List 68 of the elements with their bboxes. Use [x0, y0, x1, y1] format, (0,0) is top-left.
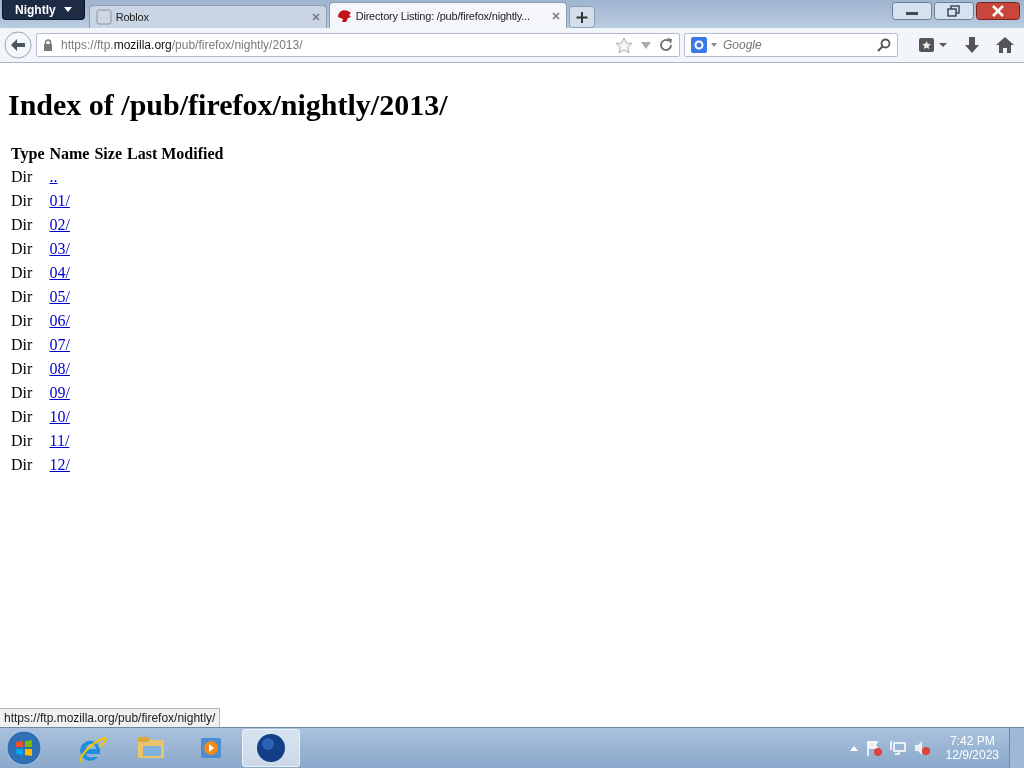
google-icon — [691, 37, 707, 53]
star-icon[interactable] — [615, 36, 633, 54]
close-icon[interactable] — [551, 11, 560, 20]
table-cell-text: Dir — [10, 263, 34, 283]
download-icon[interactable] — [964, 37, 980, 53]
lock-icon — [43, 39, 53, 51]
start-button[interactable] — [4, 728, 44, 768]
directory-link[interactable]: 11/ — [49, 432, 70, 449]
directory-link[interactable]: 06/ — [49, 312, 70, 329]
column-header: Type — [10, 144, 46, 164]
directory-link[interactable]: 05/ — [49, 288, 70, 305]
directory-link[interactable]: .. — [49, 168, 58, 185]
tab-title: Directory Listing: /pub/firefox/nightly... — [355, 9, 531, 22]
column-header: Name — [48, 144, 91, 164]
table-cell-text: Dir — [10, 215, 34, 235]
reload-icon[interactable] — [659, 38, 673, 52]
address-field[interactable]: https://ftp.mozilla.org/pub/firefox/nightly/2013/ — [36, 33, 680, 57]
caret-icon — [63, 7, 72, 12]
search-icon — [877, 38, 891, 52]
directory-link[interactable]: 09/ — [49, 384, 70, 401]
clock-time: 7:42 PM — [949, 734, 995, 748]
browser-tab[interactable]: Roblox — [88, 5, 327, 28]
table-cell-text: Dir — [10, 287, 34, 307]
close-icon[interactable] — [311, 13, 320, 21]
browser-tab[interactable]: Directory Listing: /pub/firefox/nightly... — [328, 2, 567, 28]
network-icon[interactable] — [889, 740, 906, 756]
restore-button[interactable] — [934, 2, 974, 20]
directory-link[interactable]: 03/ — [49, 240, 70, 257]
bookmarks-icon[interactable] — [918, 37, 948, 53]
directory-link[interactable]: 07/ — [49, 336, 70, 353]
tab-title: Roblox — [115, 11, 150, 23]
search-bar[interactable]: Google — [684, 33, 898, 57]
table-cell-text: Dir — [10, 335, 34, 355]
dropdown-icon[interactable] — [641, 41, 651, 49]
column-header: Size — [93, 144, 123, 164]
globe-icon — [255, 732, 287, 764]
new-tab-button[interactable] — [568, 6, 595, 28]
table-cell-text: Dir — [10, 455, 34, 475]
table-cell-text: Dir — [10, 359, 34, 379]
speaker-icon[interactable] — [913, 740, 930, 756]
home-icon[interactable] — [996, 37, 1014, 53]
table-cell-text: Dir — [10, 167, 34, 187]
app-menu-button[interactable]: Nightly — [2, 0, 85, 20]
clock-date: 12/9/2023 — [945, 748, 999, 762]
back-button[interactable] — [4, 31, 32, 59]
page-heading: Index of /pub/firefox/nightly/2013/ — [8, 88, 449, 122]
url-text: https://ftp.mozilla.org/pub/firefox/nightly/2013/ — [61, 38, 303, 52]
directory-link[interactable]: 02/ — [49, 216, 70, 233]
directory-link[interactable]: 10/ — [49, 408, 70, 425]
minimize-button[interactable] — [892, 2, 932, 20]
chevron-up-icon[interactable] — [849, 745, 858, 751]
column-header: Last Modified — [126, 144, 225, 164]
taskbar-button[interactable] — [242, 729, 300, 767]
status-link-tooltip: https://ftp.mozilla.org/pub/firefox/nightly/ — [0, 708, 221, 727]
table-cell-text: Dir — [10, 191, 34, 211]
flag-icon[interactable] — [865, 740, 882, 756]
table-cell-text: Dir — [10, 407, 34, 427]
page-icon — [95, 9, 112, 25]
table-cell-text: Dir — [10, 383, 34, 403]
table-cell-text: Dir — [10, 311, 34, 331]
directory-link[interactable]: 04/ — [49, 264, 70, 281]
table-cell-text: Dir — [10, 431, 34, 451]
close-button[interactable] — [976, 2, 1020, 20]
table-cell-text: Dir — [10, 239, 34, 259]
directory-link[interactable]: 12/ — [49, 456, 70, 473]
directory-link[interactable]: 01/ — [49, 192, 70, 209]
dropdown-icon — [711, 43, 717, 47]
directory-link[interactable]: 08/ — [49, 360, 70, 377]
